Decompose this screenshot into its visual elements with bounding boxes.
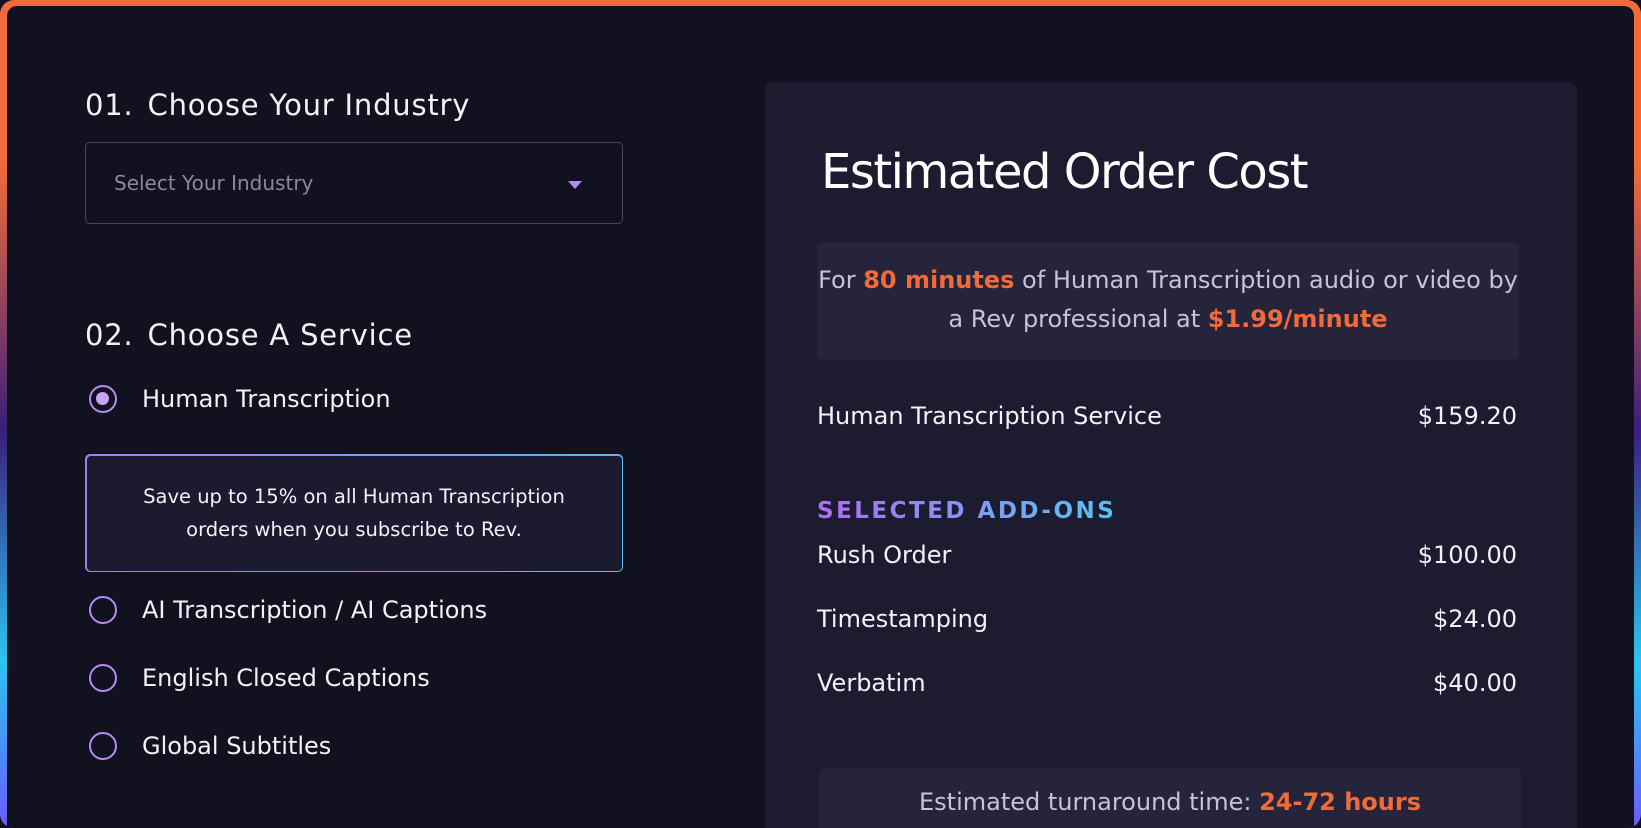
summary-prefix: For [818,266,864,294]
service-option-label: AI Transcription / AI Captions [142,596,488,624]
industry-select-placeholder: Select Your Industry [114,171,314,195]
industry-step-number: 01. [85,88,134,122]
page-frame: 01. Choose Your Industry Select Your Indu… [0,0,1641,828]
industry-select[interactable]: Select Your Industry [85,142,623,224]
industry-step-heading: 01. Choose Your Industry [85,88,470,122]
line-item-label: Verbatim [817,669,926,697]
radio-unchecked-icon[interactable] [89,664,117,692]
summary-minutes: 80 minutes [863,266,1015,294]
service-option-label: Human Transcription [142,385,391,413]
service-option-english-closed-captions[interactable]: English Closed Captions [89,664,430,692]
service-option-label: Global Subtitles [142,732,332,760]
service-step-number: 02. [85,318,134,352]
promo-text: Save up to 15% on all Human Transcriptio… [86,455,622,571]
summary-rate: $1.99/minute [1207,305,1388,333]
service-option-global-subtitles[interactable]: Global Subtitles [89,732,331,760]
line-item-amount: $24.00 [1433,605,1517,633]
addon-line-item: Verbatim $40.00 [817,669,1517,697]
caret-down-icon [568,181,582,189]
turnaround-value: 24-72 hours [1259,788,1421,816]
addons-heading: SELECTED ADD-ONS [817,498,1117,524]
estimate-summary: For 80 minutes of Human Transcription au… [817,242,1519,360]
line-item-amount: $100.00 [1417,541,1517,569]
line-item-amount: $159.20 [1417,402,1517,430]
service-option-label: English Closed Captions [142,664,430,692]
subscription-promo-box: Save up to 15% on all Human Transcriptio… [85,454,623,572]
line-item-amount: $40.00 [1433,669,1517,697]
turnaround-box: Estimated turnaround time: 24-72 hours [819,768,1521,828]
addon-line-item: Rush Order $100.00 [817,541,1517,569]
estimate-title: Estimated Order Cost [821,144,1309,200]
service-option-ai-transcription[interactable]: AI Transcription / AI Captions [89,596,487,624]
page-content: 01. Choose Your Industry Select Your Indu… [7,6,1634,828]
line-item-label: Human Transcription Service [817,402,1162,430]
radio-unchecked-icon[interactable] [89,732,117,760]
line-item-label: Timestamping [817,605,989,633]
radio-unchecked-icon[interactable] [89,596,117,624]
radio-checked-icon[interactable] [89,385,117,413]
estimate-card: Estimated Order Cost For 80 minutes of H… [765,82,1577,828]
service-step-heading: 02. Choose A Service [85,318,413,352]
service-step-title: Choose A Service [147,318,413,352]
service-option-human-transcription[interactable]: Human Transcription [89,385,391,413]
service-line-item: Human Transcription Service $159.20 [817,402,1517,430]
industry-step-title: Choose Your Industry [147,88,471,122]
addon-line-item: Timestamping $24.00 [817,605,1517,633]
turnaround-prefix: Estimated turnaround time: [918,788,1260,816]
line-item-label: Rush Order [817,541,952,569]
